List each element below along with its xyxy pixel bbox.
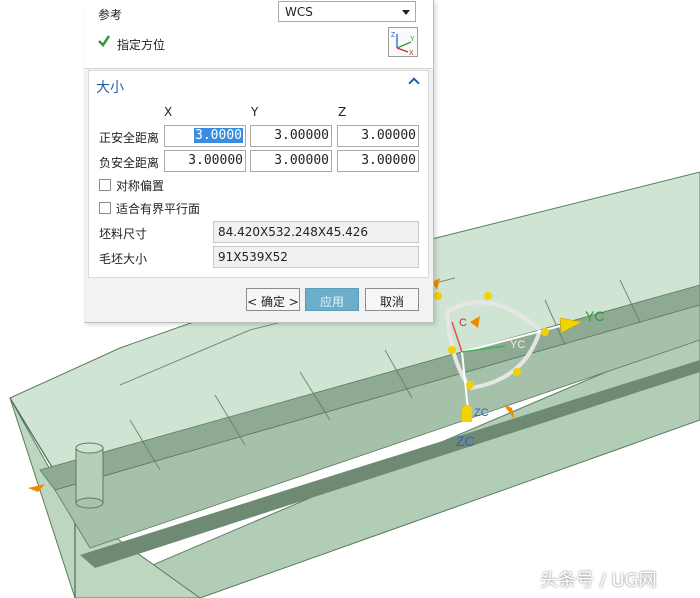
positive-z-input[interactable]: 3.00000 [337, 125, 419, 147]
yc-label: YC [585, 308, 604, 324]
reference-select[interactable]: WCS [278, 1, 416, 22]
auto-block-dialog: 参考 WCS 指定方位 Z Y X 大小 X Y Z 正安全距离 3.0000 [84, 0, 434, 323]
yc-small-label: YC [510, 339, 525, 351]
column-header-y: Y [251, 105, 259, 119]
specify-orientation-label: 指定方位 [117, 38, 166, 52]
check-icon [98, 35, 111, 47]
negative-x-input[interactable]: 3.00000 [164, 150, 246, 172]
fit-bounded-plane-checkbox[interactable] [99, 202, 111, 214]
rotate-handle[interactable] [541, 328, 549, 336]
rotate-handle[interactable] [448, 346, 456, 354]
column-header-x: X [164, 105, 173, 119]
model-boss [75, 442, 104, 509]
zc-handle[interactable] [462, 405, 472, 415]
symmetric-offset-label: 对称偏置 [116, 179, 165, 193]
symmetric-offset-checkbox[interactable] [99, 179, 111, 191]
stock-size-label: 毛坯大小 [99, 252, 148, 266]
negative-z-input[interactable]: 3.00000 [337, 150, 419, 172]
reference-label: 参考 [98, 8, 123, 22]
blank-size-field: 84.420X532.248X45.426 [213, 221, 419, 243]
size-section: 大小 X Y Z 正安全距离 3.0000 3.00000 3.00000 负安… [88, 70, 429, 278]
rotate-handle[interactable] [484, 292, 492, 300]
size-section-title[interactable]: 大小 [96, 77, 124, 97]
zc-small-label: ZC [474, 407, 489, 419]
csys-icon: Z Y X [391, 32, 415, 57]
xc-small-label: C [459, 317, 467, 329]
positive-y-input[interactable]: 3.00000 [250, 125, 332, 147]
ok-button[interactable]: < 确定 > [246, 288, 300, 311]
column-header-z: Z [338, 105, 347, 119]
blank-size-label: 坯料尺寸 [99, 227, 148, 241]
svg-text:X: X [409, 50, 414, 56]
watermark-text: 头条号 / UG网 [540, 570, 657, 591]
zc-label: ZC [456, 433, 475, 449]
rotate-handle[interactable] [434, 292, 442, 300]
positive-x-input[interactable]: 3.0000 [164, 125, 246, 147]
collapse-caret-icon[interactable] [408, 77, 420, 89]
stock-size-field: 91X539X52 [213, 246, 419, 268]
negative-y-input[interactable]: 3.00000 [250, 150, 332, 172]
positive-distance-label: 正安全距离 [99, 131, 160, 145]
reference-value: WCS [285, 5, 313, 19]
reference-section: 参考 WCS 指定方位 Z Y X [84, 0, 433, 69]
svg-text:Y: Y [410, 36, 415, 43]
rotate-handle[interactable] [513, 368, 521, 376]
svg-text:Z: Z [391, 32, 396, 39]
chevron-down-icon [402, 10, 410, 15]
cancel-button[interactable]: 取消 [365, 288, 419, 311]
csys-dialog-button[interactable]: Z Y X [388, 27, 418, 57]
rotate-handle[interactable] [466, 381, 474, 389]
negative-distance-label: 负安全距离 [99, 156, 160, 170]
fit-bounded-plane-label: 适合有界平行面 [116, 202, 201, 216]
apply-button[interactable]: 应用 [305, 288, 359, 311]
